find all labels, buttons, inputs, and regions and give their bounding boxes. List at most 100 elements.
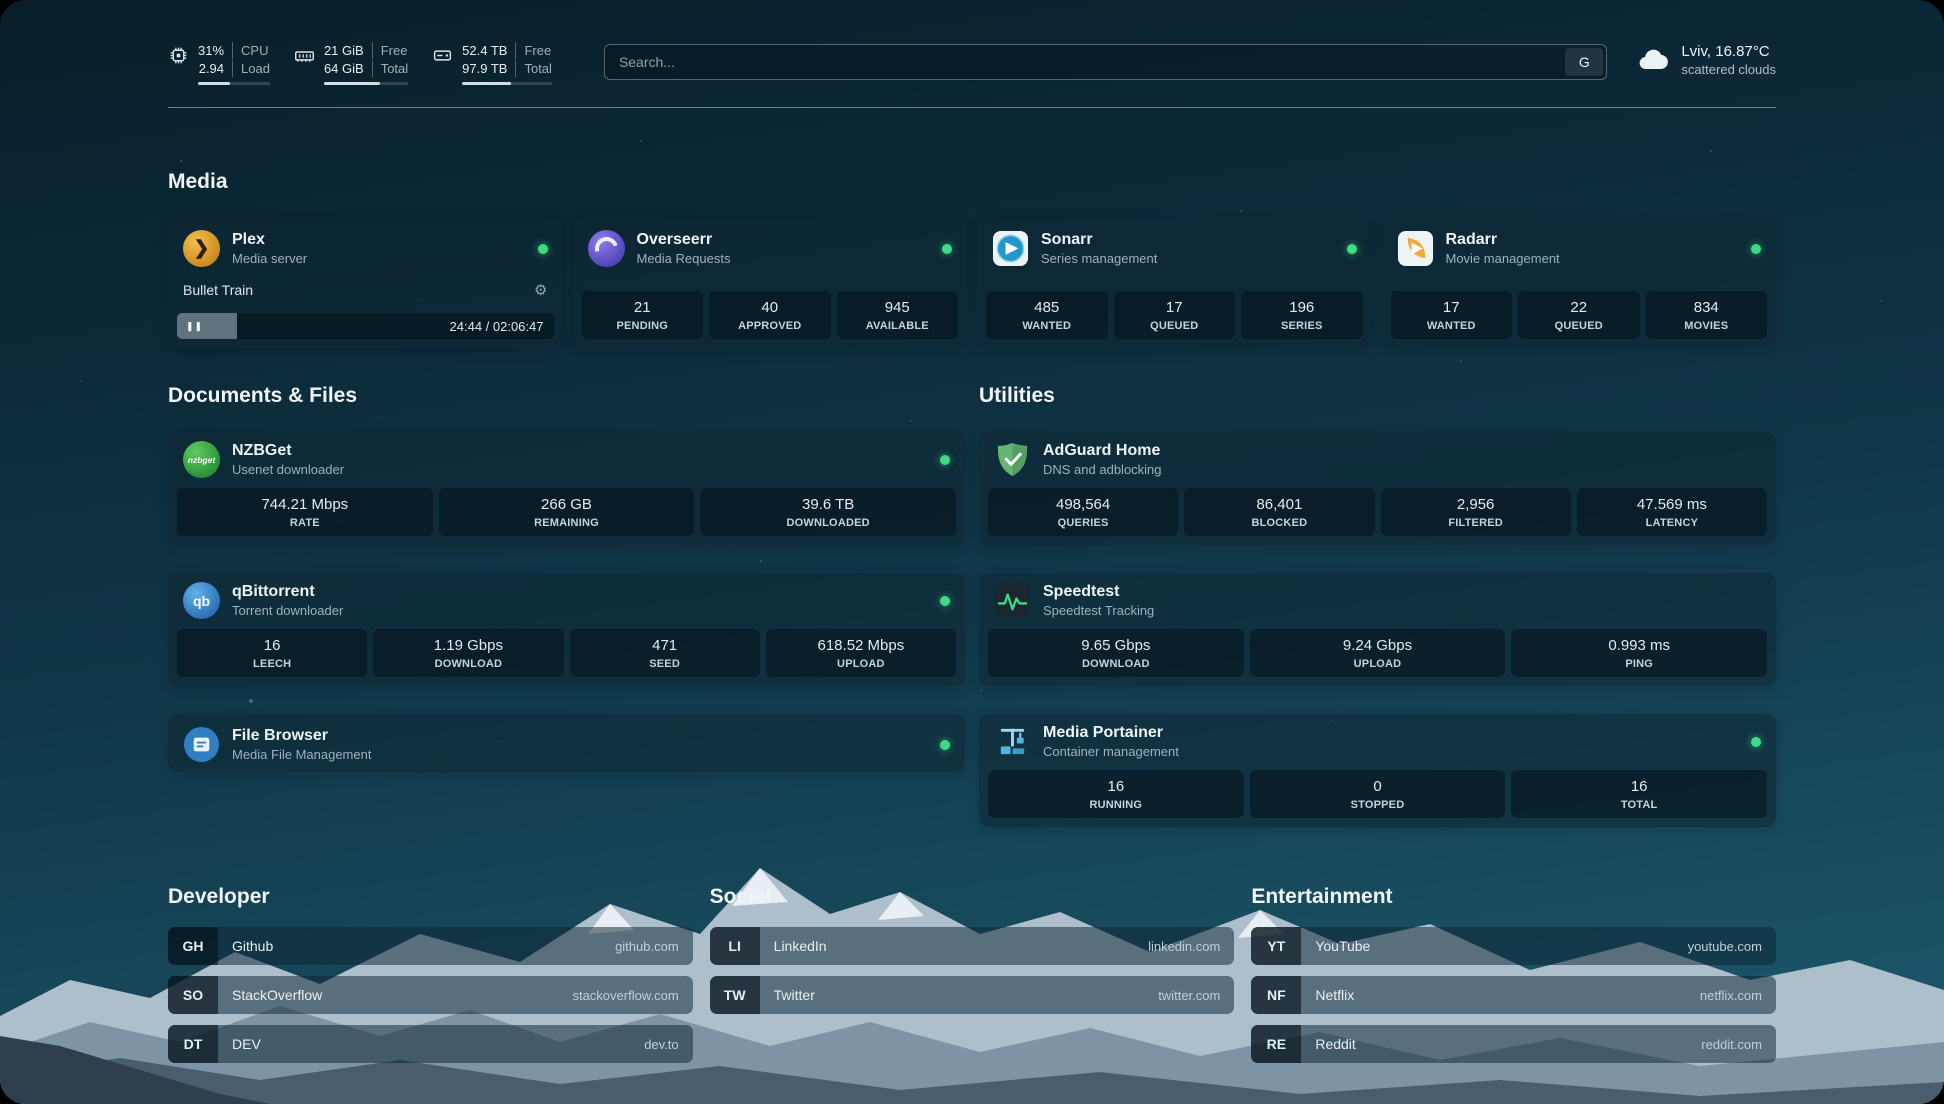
stat-value: 266 GB xyxy=(442,495,692,514)
weather-location: Lviv, 16.87°C xyxy=(1681,42,1776,61)
stat-value: 1.19 Gbps xyxy=(376,636,560,655)
disk-widget: 52.4 TB Free 97.9 TB Total xyxy=(432,42,552,85)
sonarr-card[interactable]: Sonarr Series management 485 WANTED 17 Q… xyxy=(977,218,1372,348)
stat-latency: 47.569 ms LATENCY xyxy=(1577,488,1767,536)
stat-label: LATENCY xyxy=(1580,516,1764,530)
now-playing-title: Bullet Train xyxy=(183,282,253,298)
service-name: Sonarr xyxy=(1041,230,1157,250)
cpu-widget: 31% CPU 2.94 Load xyxy=(168,42,270,85)
bookmark-youtube[interactable]: YT YouTube youtube.com xyxy=(1251,927,1776,965)
stat-value: 86,401 xyxy=(1187,495,1371,514)
stat-value: 834 xyxy=(1649,298,1765,317)
bookmark-netflix[interactable]: NF Netflix netflix.com xyxy=(1251,976,1776,1014)
plex-card[interactable]: ❯ Plex Media server Bullet Train ⚙ xyxy=(168,218,563,348)
qbittorrent-card[interactable]: qb qBittorrent Torrent downloader xyxy=(168,573,965,686)
overseerr-card[interactable]: Overseerr Media Requests 21 PENDING 40 A… xyxy=(573,218,968,348)
search-input[interactable] xyxy=(604,44,1607,80)
stat-label: UPLOAD xyxy=(1253,657,1503,671)
stat-queries: 498,564 QUERIES xyxy=(988,488,1178,536)
stat-filtered: 2,956 FILTERED xyxy=(1381,488,1571,536)
stat-label: LEECH xyxy=(180,657,364,671)
documents-column: Documents & Files nzbget NZBGet Usenet d… xyxy=(168,384,965,772)
bookmark-url: linkedin.com xyxy=(1148,927,1234,965)
sonarr-icon xyxy=(992,230,1029,267)
stat-label: AVAILABLE xyxy=(840,319,956,333)
plex-icon: ❯ xyxy=(183,230,220,267)
stat-value: 0 xyxy=(1253,777,1503,796)
filebrowser-card[interactable]: File Browser Media File Management xyxy=(168,714,965,772)
bookmark-url: youtube.com xyxy=(1688,927,1776,965)
stat-upload: 618.52 Mbps UPLOAD xyxy=(766,629,956,677)
bookmark-url: github.com xyxy=(615,927,693,965)
pause-icon[interactable]: ❚❚ xyxy=(177,321,203,332)
bookmark-twitter[interactable]: TW Twitter twitter.com xyxy=(710,976,1235,1014)
stat-label: MOVIES xyxy=(1649,319,1765,333)
status-dot xyxy=(538,244,548,254)
stat-label: SEED xyxy=(573,657,757,671)
stat-value: 471 xyxy=(573,636,757,655)
stat-label: RUNNING xyxy=(991,798,1241,812)
bookmark-stackoverflow[interactable]: SO StackOverflow stackoverflow.com xyxy=(168,976,693,1014)
cpu-progress-bar xyxy=(198,82,270,85)
stat-series: 196 SERIES xyxy=(1241,291,1363,339)
bookmark-dev[interactable]: DT DEV dev.to xyxy=(168,1025,693,1063)
stat-approved: 40 APPROVED xyxy=(709,291,831,339)
stat-downloaded: 39.6 TB DOWNLOADED xyxy=(700,488,956,536)
bookmark-url: twitter.com xyxy=(1158,976,1234,1014)
bookmark-url: dev.to xyxy=(644,1025,692,1063)
bookmark-github[interactable]: GH Github github.com xyxy=(168,927,693,965)
bookmarks-developer: Developer GH Github github.com SO StackO… xyxy=(168,885,693,1074)
bookmark-reddit[interactable]: RE Reddit reddit.com xyxy=(1251,1025,1776,1063)
stat-label: RATE xyxy=(180,516,430,530)
bookmark-linkedin[interactable]: LI LinkedIn linkedin.com xyxy=(710,927,1235,965)
status-dot xyxy=(940,740,950,750)
overseerr-icon xyxy=(588,230,625,267)
qbittorrent-icon: qb xyxy=(183,582,220,619)
bookmark-name: Reddit xyxy=(1301,1025,1355,1063)
status-dot xyxy=(940,596,950,606)
gear-icon[interactable]: ⚙ xyxy=(534,281,547,299)
media-card-grid: ❯ Plex Media server Bullet Train ⚙ xyxy=(168,218,1776,348)
cpu-icon xyxy=(168,45,189,71)
speedtest-card[interactable]: Speedtest Speedtest Tracking 9.65 Gbps D… xyxy=(979,573,1776,686)
cpu-load-label: Load xyxy=(232,60,270,77)
weather-widget: Lviv, 16.87°C scattered clouds xyxy=(1635,42,1776,78)
stat-download: 1.19 Gbps DOWNLOAD xyxy=(373,629,563,677)
stat-label: REMAINING xyxy=(442,516,692,530)
disk-free-label: Free xyxy=(515,42,551,59)
ram-icon xyxy=(294,45,315,71)
playback-progress-bar[interactable]: ❚❚ 24:44 / 02:06:47 xyxy=(177,313,554,339)
bookmark-name: Netflix xyxy=(1301,976,1354,1014)
utilities-column: Utilities AdGuard Home DNS and adblockin… xyxy=(979,384,1776,827)
status-dot xyxy=(940,455,950,465)
service-name: Plex xyxy=(232,230,307,250)
stat-total: 16 TOTAL xyxy=(1511,770,1767,818)
stat-value: 618.52 Mbps xyxy=(769,636,953,655)
stat-value: 17 xyxy=(1394,298,1510,317)
stat-label: QUEUED xyxy=(1521,319,1637,333)
stat-value: 0.993 ms xyxy=(1514,636,1764,655)
adguard-icon xyxy=(994,441,1031,478)
radarr-icon xyxy=(1397,230,1434,267)
stat-value: 47.569 ms xyxy=(1580,495,1764,514)
ram-total-label: Total xyxy=(372,60,408,77)
stat-label: SERIES xyxy=(1244,319,1360,333)
ram-total-value: 64 GiB xyxy=(324,60,372,77)
ram-free-value: 21 GiB xyxy=(324,42,372,59)
nzbget-card[interactable]: nzbget NZBGet Usenet downloader xyxy=(168,432,965,545)
stat-seed: 471 SEED xyxy=(570,629,760,677)
radarr-card[interactable]: Radarr Movie management 17 WANTED 22 QUE… xyxy=(1382,218,1777,348)
bookmark-name: Twitter xyxy=(760,976,815,1014)
adguard-card[interactable]: AdGuard Home DNS and adblocking 498,564 … xyxy=(979,432,1776,545)
stat-value: 16 xyxy=(991,777,1241,796)
search-provider-button[interactable]: G xyxy=(1565,48,1603,76)
service-subtitle: Series management xyxy=(1041,250,1157,267)
weather-condition: scattered clouds xyxy=(1681,61,1776,78)
stat-value: 9.24 Gbps xyxy=(1253,636,1503,655)
ram-widget: 21 GiB Free 64 GiB Total xyxy=(294,42,408,85)
cpu-load-value: 2.94 xyxy=(198,60,232,77)
bookmark-url: netflix.com xyxy=(1700,976,1776,1014)
stat-stopped: 0 STOPPED xyxy=(1250,770,1506,818)
stat-label: PING xyxy=(1514,657,1764,671)
portainer-card[interactable]: Media Portainer Container management 16 … xyxy=(979,714,1776,827)
